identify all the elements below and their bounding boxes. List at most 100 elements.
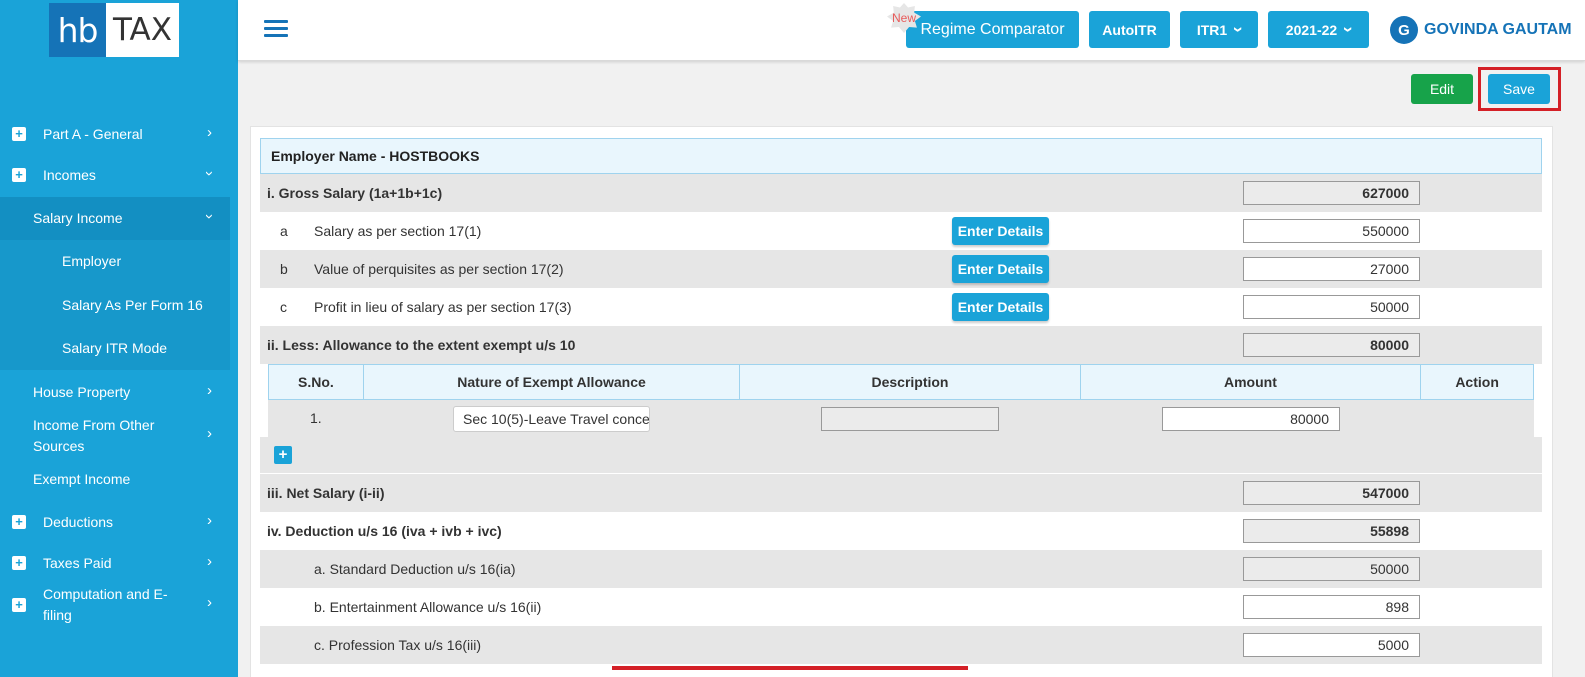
sidebar: hb TAX + Part A - General › + Incomes › … — [0, 0, 238, 677]
chevron-down-icon: › — [1338, 26, 1359, 33]
regime-comparator-label: Regime Comparator — [920, 20, 1065, 38]
deduction-16-row: iv. Deduction u/s 16 (iva + ivb + ivc) 5… — [260, 512, 1542, 550]
net-salary-label: iii. Net Salary (i-ii) — [267, 485, 385, 501]
chevron-right-icon: › — [207, 382, 212, 399]
salary-17-1-row: a Salary as per section 17(1) Enter Deta… — [260, 212, 1542, 250]
enter-details-button[interactable]: Enter Details — [952, 293, 1049, 321]
sidebar-item-salary-itr-mode[interactable]: Salary ITR Mode — [0, 327, 230, 370]
amount-field[interactable]: 80000 — [1162, 407, 1340, 431]
sidebar-item-other-sources[interactable]: Income From Other Sources › — [0, 415, 230, 457]
save-button[interactable]: Save — [1488, 74, 1550, 104]
expand-plus-icon: + — [12, 168, 26, 182]
avatar: G — [1390, 16, 1418, 44]
logo-hb: hb — [49, 3, 106, 57]
sidebar-item-label: Income From Other Sources — [33, 417, 155, 454]
sidebar-item-part-a[interactable]: + Part A - General › — [0, 124, 230, 145]
new-badge-label: New — [891, 11, 916, 25]
net-salary-row: iii. Net Salary (i-ii) 547000 — [260, 474, 1542, 512]
sidebar-item-label: House Property — [33, 384, 131, 400]
itr-select[interactable]: ITR1 › — [1180, 11, 1258, 48]
sidebar-item-employer[interactable]: Employer — [0, 240, 230, 284]
gross-salary-label: i. Gross Salary (1a+1b+1c) — [267, 185, 443, 201]
expand-plus-icon: + — [12, 515, 26, 529]
enter-details-button[interactable]: Enter Details — [952, 255, 1049, 283]
sidebar-item-taxes-paid[interactable]: + Taxes Paid › — [0, 553, 230, 574]
entertainment-field[interactable]: 898 — [1243, 595, 1420, 619]
sidebar-item-label: Employer — [62, 253, 122, 269]
standard-deduction-label: a. Standard Deduction u/s 16(ia) — [314, 561, 516, 577]
less-allowance-label: ii. Less: Allowance to the extent exempt… — [267, 337, 576, 353]
salary-17-1-field[interactable]: 550000 — [1243, 219, 1420, 243]
entertainment-row: b. Entertainment Allowance u/s 16(ii) 89… — [260, 588, 1542, 626]
table-row: 1. Sec 10(5)-Leave Travel concession 800… — [268, 400, 1534, 437]
autoitr-button[interactable]: AutoITR — [1089, 11, 1170, 48]
sidebar-item-house-property[interactable]: House Property › — [0, 382, 230, 403]
regime-comparator-button[interactable]: Regime Comparator — [906, 11, 1079, 48]
add-row-button[interactable]: + — [274, 446, 292, 464]
sidebar-item-salary-income[interactable]: Salary Income › — [0, 197, 230, 240]
sidebar-item-computation[interactable]: + Computation and E-filing › — [0, 584, 230, 626]
highlight-underline — [612, 666, 968, 670]
chevron-right-icon: › — [207, 124, 212, 141]
row-letter: b — [280, 261, 288, 277]
expand-plus-icon: + — [12, 556, 26, 570]
perquisites-field[interactable]: 27000 — [1243, 257, 1420, 281]
col-action: Action — [1455, 374, 1499, 390]
chevron-right-icon: › — [207, 512, 212, 529]
net-salary-field: 547000 — [1243, 481, 1420, 505]
sidebar-item-label: Computation and E-filing — [43, 586, 168, 623]
col-sno: S.No. — [269, 365, 364, 399]
chevron-down-icon: › — [1228, 26, 1249, 33]
row-letter: c — [280, 299, 287, 315]
employer-heading: Employer Name - HOSTBOOKS — [260, 138, 1542, 174]
gross-salary-field: 627000 — [1243, 181, 1420, 205]
itr-select-value: ITR1 — [1196, 21, 1228, 38]
sidebar-item-label: Exempt Income — [33, 471, 131, 487]
chevron-right-icon: › — [207, 425, 212, 442]
autoitr-label: AutoITR — [1102, 21, 1157, 38]
salary-17-1-label: Salary as per section 17(1) — [314, 223, 482, 239]
col-amount: Amount — [1081, 365, 1422, 399]
sidebar-item-exempt-income[interactable]: Exempt Income — [0, 469, 230, 490]
less-allowance-row: ii. Less: Allowance to the extent exempt… — [260, 326, 1542, 364]
enter-details-button[interactable]: Enter Details — [952, 217, 1049, 245]
row-letter: a — [280, 223, 288, 239]
chevron-right-icon: › — [207, 553, 212, 570]
deduction-16-field: 55898 — [1243, 519, 1420, 543]
nature-select[interactable]: Sec 10(5)-Leave Travel concession — [453, 406, 650, 432]
sidebar-item-incomes[interactable]: + Incomes › — [0, 165, 230, 186]
standard-deduction-row: a. Standard Deduction u/s 16(ia) 50000 — [260, 550, 1542, 588]
edit-label: Edit — [1429, 81, 1455, 97]
sidebar-item-salary-form16[interactable]: Salary As Per Form 16 — [0, 284, 230, 327]
logo-tax: TAX — [106, 3, 179, 57]
description-field[interactable] — [821, 407, 999, 431]
sidebar-item-label: Salary Income — [33, 210, 123, 226]
logo[interactable]: hb TAX — [49, 3, 179, 57]
col-description: Description — [740, 365, 1081, 399]
table-footer-area — [260, 437, 1542, 473]
user-menu[interactable]: G GOVINDA GAUTAM — [1390, 16, 1572, 44]
sidebar-item-label: Salary As Per Form 16 — [62, 297, 203, 313]
edit-button[interactable]: Edit — [1411, 74, 1473, 104]
sidebar-item-label: Salary ITR Mode — [62, 340, 168, 356]
save-label: Save — [1503, 81, 1535, 97]
profit-lieu-field[interactable]: 50000 — [1243, 295, 1420, 319]
sidebar-item-label: Taxes Paid — [43, 555, 112, 571]
expand-plus-icon: + — [12, 127, 26, 141]
perquisites-label: Value of perquisites as per section 17(2… — [314, 261, 564, 277]
hamburger-menu-icon[interactable] — [264, 20, 288, 38]
new-badge: New — [887, 3, 921, 33]
profession-tax-label: c. Profession Tax u/s 16(iii) — [314, 637, 482, 653]
standard-deduction-field: 50000 — [1243, 557, 1420, 581]
profession-tax-field[interactable]: 5000 — [1243, 633, 1420, 657]
chevron-down-icon: › — [201, 171, 218, 176]
row-sno: 1. — [310, 410, 322, 426]
perquisites-row: b Value of perquisites as per section 17… — [260, 250, 1542, 288]
year-select[interactable]: 2021-22 › — [1268, 11, 1369, 48]
less-allowance-field: 80000 — [1243, 333, 1420, 357]
col-nature: Nature of Exempt Allowance — [364, 365, 741, 399]
entertainment-label: b. Entertainment Allowance u/s 16(ii) — [314, 599, 542, 615]
sidebar-item-label: Deductions — [43, 514, 114, 530]
sidebar-item-deductions[interactable]: + Deductions › — [0, 512, 230, 533]
year-select-value: 2021-22 — [1285, 21, 1338, 38]
